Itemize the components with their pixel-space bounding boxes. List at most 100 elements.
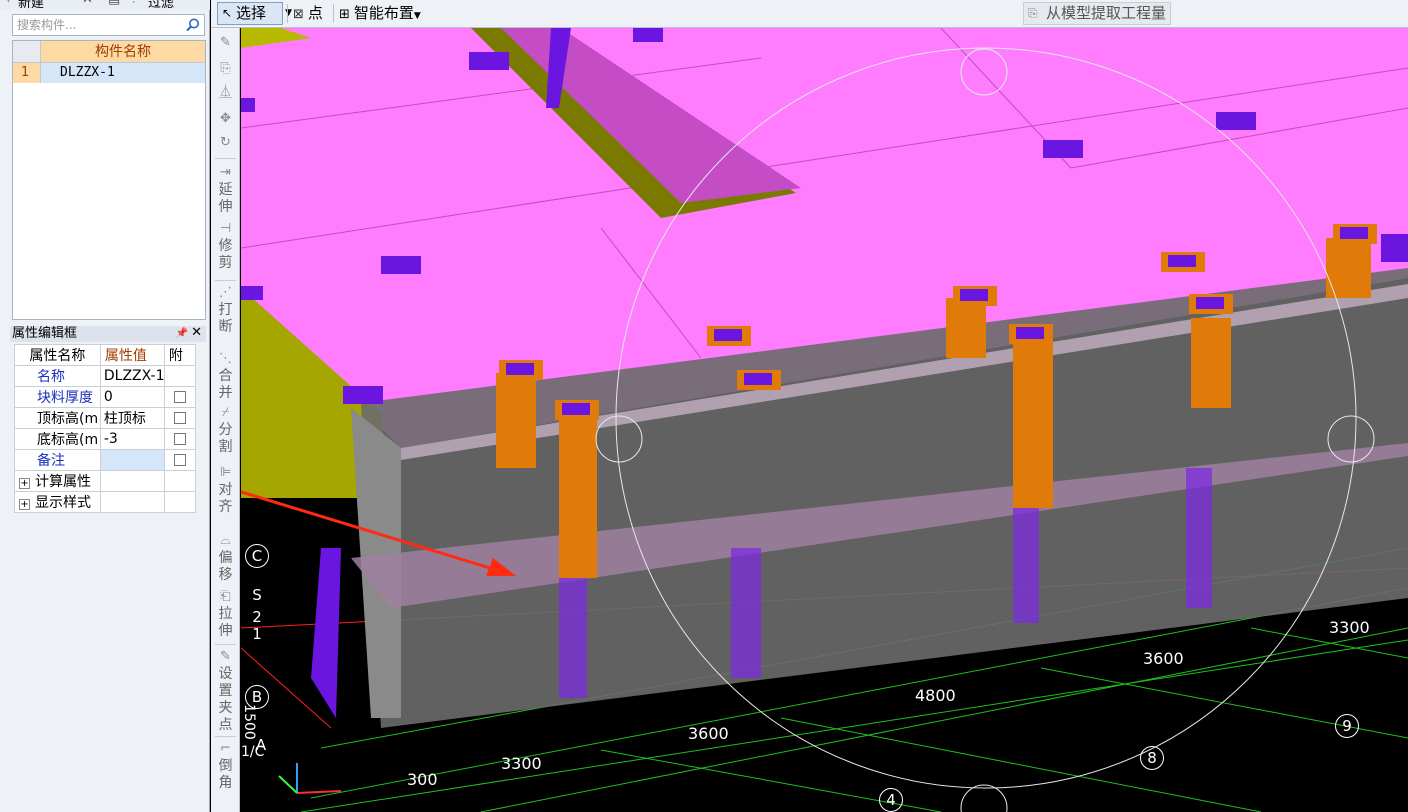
- copy-icon[interactable]: ▤: [108, 0, 120, 7]
- stretch-label: 拉伸: [218, 606, 233, 639]
- offset-label: 偏移: [218, 550, 233, 583]
- pin-icon[interactable]: 📌: [176, 326, 188, 342]
- align-tool[interactable]: ⊫ 对齐: [211, 464, 240, 516]
- attach-checkbox[interactable]: [173, 412, 186, 424]
- rotate-tool[interactable]: ↻: [211, 134, 240, 152]
- attach-checkbox[interactable]: [173, 454, 186, 466]
- dimension-label: 3300: [501, 754, 542, 773]
- model-render[interactable]: [241, 28, 1408, 812]
- offset-icon: ⌓: [220, 533, 231, 548]
- attach-checkbox[interactable]: [173, 433, 186, 445]
- component-list: 构件名称 1 DLZZX-1: [12, 40, 206, 320]
- trim-tool[interactable]: ⊣ 修剪: [211, 220, 240, 272]
- mirror-tool[interactable]: ⏅: [211, 84, 240, 102]
- cursor-icon: ↖: [222, 6, 233, 20]
- property-row[interactable]: 顶标高(m 柱顶标: [14, 407, 197, 429]
- property-group-row[interactable]: + 计算属性: [14, 470, 197, 492]
- extend-tool[interactable]: ⇥ 延伸: [211, 164, 240, 216]
- chamfer-label: 倒角: [218, 758, 233, 791]
- chevron-down-icon[interactable]: ▼: [414, 11, 421, 21]
- row-number: 1: [13, 63, 41, 83]
- filter-icon[interactable]: ⫶: [132, 0, 135, 7]
- property-table-header: 属性名称 属性值 附: [14, 344, 197, 366]
- point-button[interactable]: ⊠ 点: [293, 3, 323, 25]
- new-icon[interactable]: ✦: [3, 0, 14, 7]
- axis-bubble-c[interactable]: C: [245, 544, 269, 568]
- property-editor-title: 属性编辑框 📌 ✕: [10, 325, 206, 342]
- search-input[interactable]: [13, 15, 181, 35]
- property-name: 顶标高(m: [14, 407, 101, 429]
- component-list-header: 构件名称: [13, 41, 205, 63]
- chamfer-icon: ⌐: [220, 741, 231, 756]
- copy-tool[interactable]: ⎘: [211, 60, 240, 78]
- set-grip-tool[interactable]: ✎ 设置夹点: [211, 648, 240, 734]
- toolbar-divider: [215, 158, 236, 159]
- property-value[interactable]: DLZZX-1: [99, 365, 165, 387]
- axis-bubble-8[interactable]: 8: [1140, 746, 1164, 770]
- smart-layout-button[interactable]: ⊞ 智能布置▼: [339, 3, 421, 27]
- search-icon[interactable]: [185, 17, 201, 33]
- axis-bubble-9[interactable]: 9: [1335, 714, 1359, 738]
- property-value: [99, 491, 165, 513]
- property-group-row[interactable]: + 显示样式: [14, 491, 197, 513]
- attach-checkbox-cell: [163, 428, 197, 450]
- property-row[interactable]: 块料厚度 0: [14, 386, 197, 408]
- property-group-label: 显示样式: [35, 495, 91, 511]
- brush-icon: ✎: [220, 35, 231, 50]
- property-value[interactable]: 柱顶标: [99, 407, 165, 429]
- attach-checkbox-cell: [163, 386, 197, 408]
- attach-checkbox[interactable]: [173, 391, 186, 403]
- property-value[interactable]: [99, 449, 165, 471]
- grip-icon: ✎: [220, 649, 231, 664]
- delete-icon[interactable]: ✕: [82, 0, 93, 7]
- smart-layout-label: 智能布置: [353, 4, 414, 22]
- property-row[interactable]: 名称 DLZZX-1: [14, 365, 197, 387]
- axis-bubble-s[interactable]: S: [245, 584, 269, 608]
- smart-layout-icon: ⊞: [339, 7, 350, 22]
- axis-bubble-1[interactable]: 1: [245, 623, 269, 647]
- dimension-label: 4800: [915, 686, 956, 705]
- attach-cell: [163, 491, 197, 513]
- property-row[interactable]: 底标高(m -3: [14, 428, 197, 450]
- extract-quantity-button[interactable]: ⎘ 从模型提取工程量: [1023, 2, 1171, 25]
- brush-tool[interactable]: ✎: [211, 34, 240, 52]
- property-group[interactable]: + 计算属性: [14, 470, 101, 492]
- drawing-toolbar: ↖ 选择 ▼ ⊠ 点 ⊞ 智能布置▼ ⎘ 从模型提取工程量: [211, 0, 1408, 28]
- corner-column[interactable]: [311, 548, 341, 718]
- move-tool[interactable]: ✥: [211, 110, 240, 128]
- 3d-viewport[interactable]: 3300 3600 4800 3600 3300 300 C S 2 1 B A…: [241, 28, 1408, 812]
- search-field[interactable]: [12, 14, 205, 36]
- merge-label: 合并: [218, 368, 233, 401]
- break-tool[interactable]: ⋰ 打断: [211, 284, 240, 336]
- new-button[interactable]: 新建: [18, 0, 44, 11]
- expand-icon[interactable]: +: [19, 478, 30, 489]
- property-value: [99, 470, 165, 492]
- split-tool[interactable]: ⌿ 分割: [211, 404, 240, 456]
- extend-label: 延伸: [218, 182, 233, 215]
- move-icon: ✥: [220, 111, 231, 126]
- select-label: 选择: [236, 4, 267, 22]
- extend-icon: ⇥: [220, 165, 231, 180]
- offset-tool[interactable]: ⌓ 偏移: [211, 532, 240, 584]
- property-name: 底标高(m: [14, 428, 101, 450]
- dimension-label: 300: [407, 770, 438, 789]
- property-group[interactable]: + 显示样式: [14, 491, 101, 513]
- property-value[interactable]: 0: [99, 386, 165, 408]
- axis-bubble-4[interactable]: 4: [879, 788, 903, 812]
- chamfer-tool[interactable]: ⌐ 倒角: [211, 740, 240, 792]
- point-icon: ⊠: [293, 7, 304, 22]
- select-button[interactable]: ↖ 选择 ▼: [217, 2, 292, 25]
- property-value[interactable]: -3: [99, 428, 165, 450]
- expand-icon[interactable]: +: [19, 499, 30, 510]
- filter-button[interactable]: 过滤: [148, 0, 174, 11]
- property-table: 属性名称 属性值 附 名称 DLZZX-1 块料厚度 0 顶标高(m 柱顶标 底…: [14, 344, 197, 513]
- property-row[interactable]: 备注: [14, 449, 197, 471]
- component-name[interactable]: DLZZX-1: [41, 63, 205, 83]
- col-property-value: 属性值: [99, 344, 165, 366]
- split-icon: ⌿: [221, 405, 230, 420]
- stretch-tool[interactable]: ⎗ 拉伸: [211, 588, 240, 640]
- stretch-icon: ⎗: [220, 589, 231, 604]
- merge-tool[interactable]: ⋱ 合并: [211, 350, 240, 402]
- component-row[interactable]: 1 DLZZX-1: [13, 63, 205, 83]
- close-icon[interactable]: ✕: [191, 325, 202, 341]
